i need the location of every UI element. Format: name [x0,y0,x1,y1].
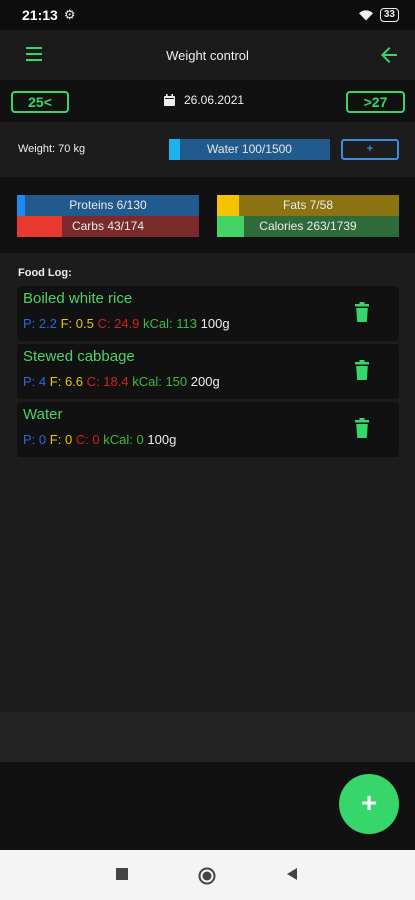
food-item[interactable]: Boiled white rice P: 2.2 F: 0.5 C: 24.9 … [17,286,399,341]
current-date: 26.06.2021 [184,93,245,107]
menu-icon[interactable] [26,47,42,61]
trash-icon[interactable] [354,302,370,322]
carbs-progress-bar: Carbs 43/174 [17,216,199,237]
food-item-kcal: 113 [176,316,198,331]
food-item-fat: 0.5 [75,316,94,331]
food-item[interactable]: Water P: 0 F: 0 C: 0 kCal: 0 100g [17,402,399,457]
calories-progress-label: Calories 263/1739 [259,219,357,233]
add-food-button[interactable]: + [339,774,399,834]
food-item-name: Boiled white rice [23,290,133,307]
water-progress-bar: Water 100/1500 [169,139,330,160]
next-day-button[interactable]: >27 [346,91,405,113]
wifi-icon [358,10,373,21]
battery-icon: 33 [379,8,399,22]
food-item-macros: P: 4 F: 6.6 C: 18.4 kCal: 150 200g [23,374,220,389]
food-item-weight: 100g [147,432,177,447]
food-item-fat: 6.6 [64,374,84,389]
proteins-progress-label: Proteins 6/130 [69,198,147,212]
calendar-icon [164,94,175,106]
app-bar: Weight control [0,30,415,80]
carbs-progress-label: Carbs 43/174 [71,219,145,233]
status-icons: 33 [358,8,399,22]
page-title: Weight control [166,47,249,63]
weight-section: Weight: 70 kg Water 100/1500 + [0,122,415,177]
food-item-protein: 0 [38,432,47,447]
home-icon[interactable] [198,867,216,885]
trash-icon[interactable] [354,360,370,380]
food-item-weight: 200g [190,374,220,389]
food-log-section: Food Log: Boiled white rice P: 2.2 F: 0.… [0,253,415,712]
food-item-carbs: 24.9 [114,316,140,331]
trash-icon[interactable] [354,418,370,438]
fats-progress-bar: Fats 7/58 [217,195,399,216]
food-item-weight: 100g [200,316,230,331]
add-water-button[interactable]: + [341,139,399,160]
status-bar: 21:13 ⚙ 33 [0,0,415,30]
food-item-protein: 2.2 [38,316,57,331]
sync-off-icon: ⚙ [63,7,76,22]
food-log-title: Food Log: [18,267,72,279]
fats-progress-label: Fats 7/58 [282,198,334,212]
food-item-kcal: 0 [136,432,144,447]
food-item[interactable]: Stewed cabbage P: 4 F: 6.6 C: 18.4 kCal:… [17,344,399,399]
arrow-left-icon[interactable] [377,43,401,67]
calories-progress-bar: Calories 263/1739 [217,216,399,237]
food-item-macros: P: 2.2 F: 0.5 C: 24.9 kCal: 113 100g [23,316,230,331]
food-item-carbs: 18.4 [103,374,129,389]
food-item-carbs: 0 [92,432,100,447]
food-item-fat: 0 [64,432,73,447]
bottom-panel [0,712,415,762]
food-item-macros: P: 0 F: 0 C: 0 kCal: 0 100g [23,432,177,447]
proteins-progress-bar: Proteins 6/130 [17,195,199,216]
food-item-name: Stewed cabbage [23,348,135,365]
back-icon[interactable] [285,867,299,881]
recent-apps-icon[interactable] [115,867,129,881]
date-display[interactable]: 26.06.2021 [164,93,244,107]
previous-day-button[interactable]: 25< [11,91,69,113]
food-item-name: Water [23,406,63,423]
macros-section: Proteins 6/130 Fats 7/58 Carbs 43/174 Ca… [0,177,415,253]
status-time: 21:13 [22,7,58,23]
water-progress-label: Water 100/1500 [207,142,292,156]
weight-label: Weight: 70 kg [18,143,86,155]
date-navigation: 25< 26.06.2021 >27 [0,80,415,122]
food-item-kcal: 150 [165,374,188,389]
system-navigation-bar [0,850,415,900]
food-item-protein: 4 [38,374,47,389]
